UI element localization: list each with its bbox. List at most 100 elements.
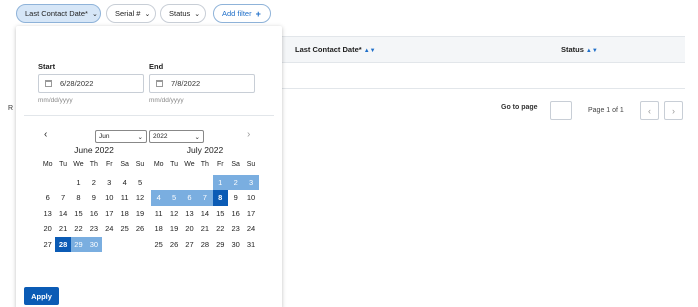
filter-serial[interactable]: Serial # ⌄: [106, 4, 156, 23]
calendar-day[interactable]: 18: [151, 221, 166, 237]
calendar-day[interactable]: 6: [40, 190, 55, 206]
calendar-day[interactable]: 15: [213, 206, 228, 222]
calendar-day[interactable]: 14: [197, 206, 212, 222]
apply-button[interactable]: Apply: [24, 287, 59, 305]
calendar-day[interactable]: 17: [102, 206, 117, 222]
empty-cell: [182, 175, 197, 191]
calendar-day[interactable]: 2: [86, 175, 101, 191]
calendar-day[interactable]: 25: [117, 221, 132, 237]
calendar-day[interactable]: 8: [212, 190, 228, 206]
start-label: Start: [38, 62, 56, 71]
calendar-day[interactable]: 21: [55, 221, 70, 237]
calendar-day[interactable]: 15: [71, 206, 86, 222]
add-filter-label: Add filter: [222, 9, 252, 18]
calendar-day[interactable]: 27: [40, 237, 55, 253]
calendar-day[interactable]: 9: [86, 190, 101, 206]
calendar-day[interactable]: 4: [151, 190, 167, 206]
calendar-day[interactable]: 29: [213, 237, 228, 253]
calendar-day[interactable]: 16: [228, 206, 243, 222]
filter-label: Last Contact Date*: [25, 9, 88, 18]
calendar-day[interactable]: 26: [132, 221, 147, 237]
calendar-day[interactable]: 12: [166, 206, 181, 222]
column-header-status[interactable]: Status ▲▼: [561, 45, 598, 54]
sort-icon: ▲▼: [363, 48, 376, 54]
calendar-day[interactable]: 1: [212, 174, 228, 190]
chevron-right-icon: ›: [672, 105, 675, 116]
calendar-day[interactable]: 30: [86, 236, 102, 252]
month-select[interactable]: Jun ⌄: [95, 130, 147, 143]
plus-icon: +: [255, 8, 261, 19]
weekday-header: Th: [89, 161, 98, 168]
calendar-month-july: July 2022 Mo Tu We Th Fr Sa Su 1 2 3 4 5 6 7 8 9 10 11 12 1…: [151, 143, 259, 252]
calendar-day[interactable]: 18: [117, 206, 132, 222]
calendar-day[interactable]: 3: [243, 174, 259, 190]
calendar-day[interactable]: 11: [151, 206, 166, 222]
calendar-day[interactable]: 31: [243, 237, 258, 253]
calendar-day[interactable]: 17: [243, 206, 258, 222]
next-month-arrow[interactable]: ›: [247, 129, 250, 140]
calendar-day[interactable]: 20: [40, 221, 55, 237]
calendar-day[interactable]: 27: [182, 237, 197, 253]
calendar-day[interactable]: 24: [102, 221, 117, 237]
calendar-day[interactable]: 13: [182, 206, 197, 222]
weekday-header: Tu: [170, 161, 179, 168]
calendar-day[interactable]: 1: [71, 175, 86, 191]
year-select[interactable]: 2022 ⌄: [149, 130, 204, 143]
add-filter-button[interactable]: Add filter +: [213, 4, 271, 23]
table-row-divider: [280, 88, 685, 89]
calendar-icon: [156, 80, 163, 87]
filter-status[interactable]: Status ⌄: [160, 4, 206, 23]
calendar-day[interactable]: 20: [182, 221, 197, 237]
calendar-day[interactable]: 13: [40, 206, 55, 222]
calendar-day[interactable]: 9: [228, 190, 243, 206]
month-title: June 2022: [74, 145, 114, 155]
divider: [24, 115, 274, 116]
calendar-day[interactable]: 28: [55, 236, 71, 252]
weekday-header: Su: [246, 161, 256, 168]
calendar-day[interactable]: 7: [197, 190, 213, 206]
calendar-day[interactable]: 28: [197, 237, 212, 253]
page-number-input[interactable]: [550, 101, 572, 120]
calendar-day[interactable]: 5: [166, 190, 182, 206]
calendar-day[interactable]: 6: [181, 190, 198, 206]
empty-cell: [197, 175, 212, 191]
calendar-day[interactable]: 25: [151, 237, 166, 253]
start-date-value: 6/28/2022: [60, 79, 94, 88]
calendar-day[interactable]: 16: [86, 206, 101, 222]
weekday-header: Tu: [59, 161, 68, 168]
calendar-month-june: June 2022 Mo Tu We Th Fr Sa Su 1 2 3 4 5 6 7 8 9 10 11 12 1…: [40, 143, 148, 252]
start-date-input[interactable]: 6/28/2022: [38, 74, 144, 93]
end-date-input[interactable]: 7/8/2022: [149, 74, 255, 93]
filter-last-contact-date[interactable]: Last Contact Date* ⌄: [16, 4, 101, 23]
calendar-day[interactable]: 8: [71, 190, 86, 206]
calendar-day[interactable]: 22: [213, 221, 228, 237]
prev-month-arrow[interactable]: ‹: [44, 129, 47, 140]
calendar-day[interactable]: 7: [55, 190, 70, 206]
calendar-day[interactable]: 12: [132, 190, 147, 206]
calendar-day[interactable]: 14: [55, 206, 70, 222]
calendar-day[interactable]: 22: [71, 221, 86, 237]
calendar-day[interactable]: 2: [227, 174, 244, 190]
next-page-button[interactable]: ›: [664, 101, 683, 120]
calendar-day[interactable]: 10: [243, 190, 258, 206]
filter-label: Serial #: [115, 9, 141, 18]
empty-cell: [55, 175, 70, 191]
calendar-day[interactable]: 10: [102, 190, 117, 206]
calendar-day[interactable]: 3: [102, 175, 117, 191]
calendar-day[interactable]: 26: [166, 237, 181, 253]
column-header-last-contact-date[interactable]: Last Contact Date* ▲▼: [295, 45, 376, 54]
calendar-day[interactable]: 23: [228, 221, 243, 237]
weekday-header: Sa: [231, 161, 240, 168]
calendar-day[interactable]: 30: [228, 237, 243, 253]
weekday-header: Fr: [216, 161, 224, 168]
calendar-day[interactable]: 24: [243, 221, 258, 237]
calendar-day[interactable]: 21: [197, 221, 212, 237]
calendar-day[interactable]: 11: [117, 190, 132, 206]
calendar-day[interactable]: 19: [166, 221, 181, 237]
calendar-day[interactable]: 4: [117, 175, 132, 191]
calendar-day[interactable]: 19: [132, 206, 147, 222]
prev-page-button[interactable]: ‹: [640, 101, 659, 120]
calendar-day[interactable]: 29: [70, 236, 87, 252]
calendar-day[interactable]: 23: [86, 221, 101, 237]
calendar-day[interactable]: 5: [132, 175, 147, 191]
